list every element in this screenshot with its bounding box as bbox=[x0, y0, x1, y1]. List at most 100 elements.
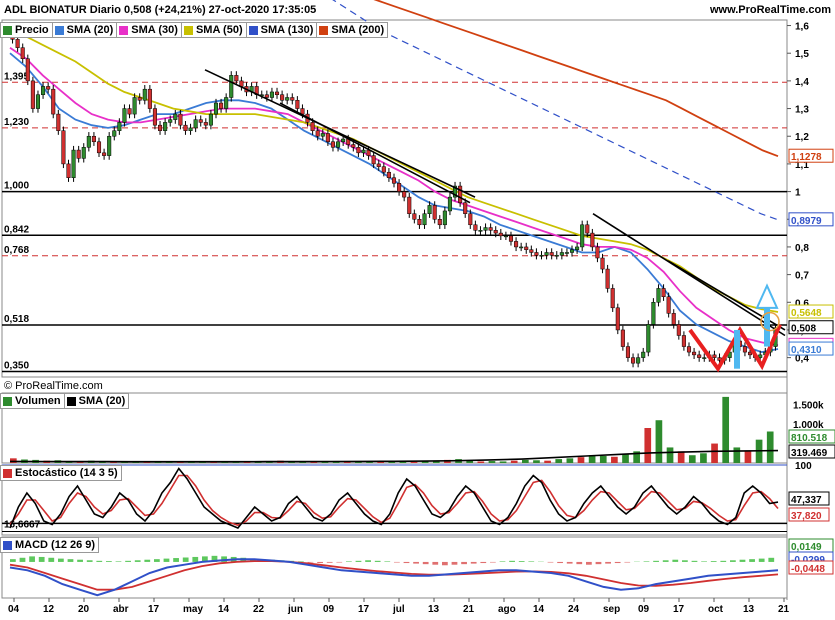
legend-swatch bbox=[3, 540, 12, 550]
macd-histogram-bar bbox=[106, 561, 112, 562]
stoch-legend-item[interactable]: Estocástico (14 3 5) bbox=[0, 465, 122, 481]
x-tick-label: 09 bbox=[638, 604, 650, 615]
macd-histogram-bar bbox=[490, 561, 496, 563]
volume-bar bbox=[622, 454, 629, 463]
macd-histogram-bar bbox=[192, 556, 199, 562]
candle-body bbox=[96, 141, 102, 154]
volume-sma-line bbox=[9, 449, 779, 463]
volume-legend-item[interactable]: Volumen bbox=[0, 393, 65, 409]
stoch-k-line bbox=[9, 467, 779, 529]
x-tick-label: 22 bbox=[253, 604, 265, 615]
candle-body bbox=[407, 196, 412, 214]
macd-histogram-bar bbox=[77, 559, 83, 562]
candle-body bbox=[519, 246, 524, 249]
candle-body bbox=[681, 335, 686, 347]
price-tick-label: 1,4 bbox=[795, 77, 809, 88]
macd-histogram-bar bbox=[662, 560, 669, 562]
price-legend-item[interactable]: SMA (130) bbox=[245, 22, 318, 38]
last-value-label: 0,4310 bbox=[791, 345, 822, 356]
candle-body bbox=[274, 91, 280, 95]
price-level-label: 0,842 bbox=[4, 224, 29, 235]
candle-body bbox=[534, 252, 539, 256]
x-tick-label: 21 bbox=[778, 604, 790, 615]
macd-histogram-bar bbox=[480, 561, 487, 564]
candle-body bbox=[702, 357, 707, 359]
candle-body bbox=[503, 235, 508, 238]
legend-swatch bbox=[119, 25, 129, 35]
candle-body bbox=[554, 254, 559, 257]
macd-last-label: -0,0448 bbox=[791, 564, 825, 575]
macd-histogram-bar bbox=[173, 558, 179, 562]
macd-histogram-bar bbox=[29, 556, 35, 562]
macd-histogram-bar bbox=[154, 559, 160, 562]
macd-histogram-bar bbox=[115, 561, 122, 562]
candle-body bbox=[229, 75, 234, 98]
macd-histogram-bar bbox=[586, 561, 592, 565]
macd-histogram-bar bbox=[432, 561, 439, 565]
x-tick-label: may bbox=[183, 604, 203, 615]
volume-legend-item[interactable]: SMA (20) bbox=[63, 393, 130, 409]
candle-body bbox=[508, 235, 514, 242]
macd-histogram-bar bbox=[701, 561, 707, 562]
volume-bar bbox=[677, 451, 685, 463]
macd-histogram-bar bbox=[10, 559, 16, 562]
candle-body bbox=[361, 149, 366, 154]
legend-label: Estocástico (14 3 5) bbox=[15, 467, 118, 479]
x-tick-label: 12 bbox=[43, 604, 55, 615]
stoch-last-label: 37,820 bbox=[791, 511, 822, 522]
price-legend-item[interactable]: SMA (20) bbox=[51, 22, 118, 38]
macd-last-label: 0,0149 bbox=[791, 542, 822, 553]
candle-body bbox=[15, 39, 20, 48]
candle-body bbox=[142, 88, 147, 101]
candle-body bbox=[676, 324, 681, 336]
volume-bar bbox=[666, 447, 674, 463]
candle-body bbox=[351, 144, 356, 148]
candle-body bbox=[178, 113, 183, 126]
candle-body bbox=[427, 205, 432, 214]
volume-bar bbox=[744, 451, 752, 463]
candle-body bbox=[183, 124, 188, 131]
candle-body bbox=[234, 75, 239, 82]
legend-label: Volumen bbox=[15, 395, 61, 407]
candle-body bbox=[71, 149, 76, 178]
candle-body bbox=[539, 254, 544, 257]
macd-histogram-bar bbox=[720, 560, 727, 562]
legend-label: Precio bbox=[15, 24, 49, 36]
candle-body bbox=[168, 119, 173, 123]
macd-line bbox=[9, 558, 779, 597]
ma-line bbox=[9, 30, 779, 313]
candle-body bbox=[213, 102, 219, 115]
candle-body bbox=[656, 288, 661, 303]
candle-body bbox=[585, 224, 590, 234]
candle-body bbox=[417, 219, 422, 226]
price-tick-label: 1,5 bbox=[795, 49, 809, 60]
legend-swatch bbox=[66, 396, 76, 406]
x-tick-label: 17 bbox=[148, 604, 160, 615]
legend-label: SMA (30) bbox=[131, 24, 178, 36]
candle-body bbox=[127, 108, 132, 115]
candle-body bbox=[747, 351, 753, 356]
candle-body bbox=[712, 354, 717, 358]
candle-body bbox=[498, 232, 503, 237]
macd-histogram-bar bbox=[768, 557, 775, 562]
price-legend-item[interactable]: SMA (200) bbox=[316, 22, 389, 38]
macd-histogram-bar bbox=[38, 556, 45, 562]
macd-histogram-bar bbox=[499, 561, 506, 562]
macd-legend-item[interactable]: MACD (12 26 9) bbox=[0, 537, 100, 553]
x-tick-label: 04 bbox=[8, 604, 20, 615]
macd-legend: MACD (12 26 9) bbox=[0, 537, 100, 553]
price-legend-item[interactable]: Precio bbox=[0, 22, 53, 38]
price-legend-item[interactable]: SMA (50) bbox=[180, 22, 247, 38]
candle-body bbox=[397, 183, 402, 192]
price-legend-item[interactable]: SMA (30) bbox=[116, 22, 182, 38]
volume-tick-label: 1.500k bbox=[793, 401, 824, 412]
candle-body bbox=[478, 230, 483, 232]
macd-histogram-bar bbox=[461, 561, 467, 565]
candle-body bbox=[163, 122, 168, 131]
price-level-label: 0,518 bbox=[4, 314, 29, 325]
volume-bar bbox=[533, 460, 540, 463]
volume-bar bbox=[599, 456, 607, 463]
volume-legend: Volumen SMA (20) bbox=[0, 393, 130, 409]
candle-body bbox=[61, 130, 66, 165]
x-tick-label: ago bbox=[498, 604, 516, 615]
